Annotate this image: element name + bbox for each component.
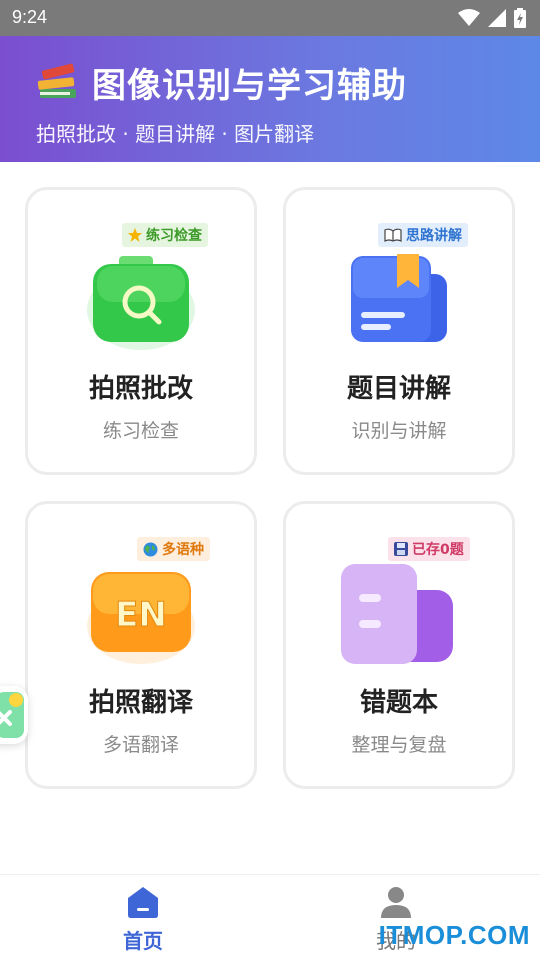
badge-label: 已存0题 [412, 542, 464, 558]
translate-en-icon: EN [87, 572, 195, 664]
home-icon [128, 887, 158, 918]
status-bar: 9:24 [0, 0, 540, 36]
photo-grading-card[interactable]: 练习检查 拍照批改 练习检查 [25, 187, 257, 475]
signal-icon [488, 9, 506, 27]
card-title: 拍照翻译 [88, 688, 193, 718]
card-subtitle: 识别与讲解 [351, 420, 447, 442]
page-title: 图像识别与学习辅助 [92, 66, 407, 106]
nav-label-home: 首页 [123, 929, 163, 953]
badge-label: 多语种 [162, 542, 204, 558]
floppy-disk-icon [394, 542, 408, 556]
status-badge: 思路讲解 [378, 223, 468, 247]
card-title: 拍照批改 [88, 374, 193, 404]
globe-icon [143, 542, 158, 556]
status-badge: 多语种 [137, 537, 210, 561]
watermark: ITMOP.COM [378, 920, 530, 950]
card-subtitle: 多语翻译 [102, 734, 179, 756]
status-badge: 练习检查 [122, 223, 208, 247]
page-subtitle: 拍照批改 · 题目讲解 · 图片翻译 [36, 122, 315, 146]
battery-icon [514, 8, 526, 28]
card-subtitle: 练习检查 [102, 420, 179, 442]
book-open-icon [384, 228, 402, 242]
svg-text:EN: EN [115, 595, 167, 635]
badge-label: 练习检查 [146, 228, 202, 244]
card-title: 题目讲解 [346, 374, 451, 404]
book-bookmark-icon [351, 254, 447, 342]
star-icon [128, 228, 142, 242]
status-icons [458, 8, 526, 28]
status-time: 9:24 [12, 7, 48, 27]
notebook-icon [341, 564, 453, 664]
floating-image-button[interactable] [0, 686, 28, 744]
mistake-notebook-card[interactable]: 已存0题 错题本 整理与复盘 [283, 501, 515, 789]
badge-label: 思路讲解 [406, 228, 462, 244]
books-icon [37, 63, 76, 98]
status-badge: 已存0题 [388, 537, 470, 561]
question-explain-card[interactable]: 思路讲解 题目讲解 识别与讲解 [283, 187, 515, 475]
app-header: 图像识别与学习辅助 拍照批改 · 题目讲解 · 图片翻译 [0, 36, 540, 162]
card-subtitle: 整理与复盘 [351, 734, 447, 756]
wifi-icon [458, 9, 480, 26]
camera-search-icon [87, 256, 195, 350]
card-title: 错题本 [359, 688, 438, 718]
photo-translate-card[interactable]: 多语种 EN 拍照翻译 多语翻译 [25, 501, 257, 789]
nav-item-home[interactable]: 首页 [83, 885, 203, 954]
user-icon [381, 887, 411, 918]
image-icon [0, 692, 24, 738]
